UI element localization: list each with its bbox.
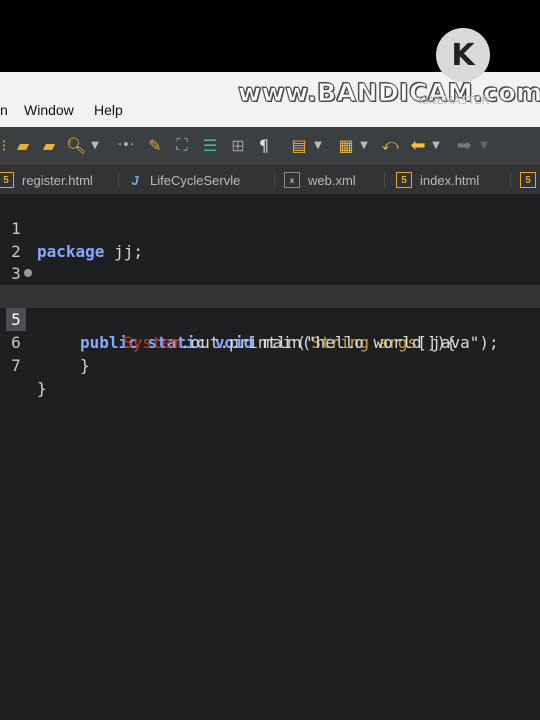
tab-separator: [384, 172, 385, 188]
pencil-icon[interactable]: ✎: [144, 135, 166, 155]
last-edit-icon[interactable]: ⤺: [378, 135, 402, 155]
chevron-down-icon[interactable]: ▼: [430, 135, 442, 155]
kinemaster-watermark: KINEMASTER: [418, 94, 489, 107]
select-icon[interactable]: ⛶: [172, 135, 192, 155]
code-line-4: 4 public static void main(String args[])…: [0, 262, 540, 352]
tab-separator: [118, 172, 119, 188]
code-line-5: 5 System.out.println("hello world java")…: [0, 285, 540, 352]
forward-arrow-icon[interactable]: ➡: [452, 135, 476, 156]
fold-collapse-icon[interactable]: [24, 269, 32, 277]
tab-label: web.xml: [308, 172, 356, 188]
tab-separator: [510, 172, 511, 188]
back-arrow-icon[interactable]: ⬅: [406, 135, 430, 156]
html5-icon: 5: [0, 172, 14, 188]
breadcrumb-icon[interactable]: ·•·: [112, 135, 140, 155]
show-whitespace-icon[interactable]: ¶: [254, 135, 274, 155]
open-type-icon[interactable]: ▰: [10, 135, 36, 155]
java-file-icon: J: [131, 172, 139, 188]
chevron-down-icon[interactable]: ▼: [478, 135, 490, 155]
tab-overflow[interactable]: 5: [520, 166, 540, 194]
toolbar: ⁝ ▰ ▰ 🔍︎ ▼ ·•· ✎ ⛶ ☰ ⊞ ¶ ▤ ▼ ▦ ▼ ⤺ ⬅ ▼ ➡…: [0, 127, 540, 166]
html5-icon: 5: [396, 172, 412, 188]
editor-tab-bar: 5 register.html J LifeCycleServle x web.…: [0, 166, 540, 194]
code-line-2: 2: [0, 217, 540, 261]
code-line-7: 7 }: [0, 331, 540, 398]
code-line-1: 1 package jj;: [0, 194, 540, 261]
tab-separator: [274, 172, 275, 188]
tab-label: LifeCycleServle: [150, 172, 241, 188]
menu-item-help[interactable]: Help: [94, 102, 123, 118]
html5-icon: 5: [520, 172, 536, 188]
menu-item-navigate[interactable]: n: [0, 102, 8, 118]
chevron-down-icon[interactable]: ▼: [88, 135, 102, 155]
code-text: }: [80, 356, 90, 375]
kinemaster-logo-icon: K: [436, 28, 490, 82]
annotation-icon[interactable]: ▤: [288, 135, 310, 155]
line-number: 7: [11, 356, 21, 375]
code-editor[interactable]: 1 package jj; 2 3 public class Heolll{ 4…: [0, 194, 540, 720]
code-line-6: 6 }: [0, 308, 540, 375]
xml-file-icon: x: [284, 172, 300, 188]
tab-lifecycleservlet[interactable]: J LifeCycleServle: [128, 166, 240, 194]
tab-web-xml[interactable]: x web.xml: [284, 166, 356, 194]
chevron-down-icon[interactable]: ▼: [312, 135, 324, 155]
block-select-icon[interactable]: ⊞: [228, 135, 248, 155]
tab-register-html[interactable]: 5 register.html: [0, 166, 93, 194]
toggle-mark-icon[interactable]: ☰: [198, 135, 222, 155]
code-text: }: [37, 379, 47, 398]
open-folder-icon[interactable]: ▰: [38, 135, 60, 155]
bandicam-watermark: www.BANDICAM.com: [238, 78, 540, 108]
tab-label: register.html: [22, 172, 93, 188]
next-annotation-icon[interactable]: ▦: [334, 135, 358, 155]
search-icon[interactable]: 🔍︎: [64, 135, 88, 155]
tab-label: index.html: [420, 172, 480, 188]
chevron-down-icon[interactable]: ▼: [358, 135, 370, 155]
code-line-3: 3 public class Heolll{: [0, 239, 540, 306]
menu-item-window[interactable]: Window: [24, 102, 74, 118]
tab-index-html[interactable]: 5 index.html: [396, 166, 479, 194]
toolbar-grip-icon: ⁝: [1, 135, 7, 155]
